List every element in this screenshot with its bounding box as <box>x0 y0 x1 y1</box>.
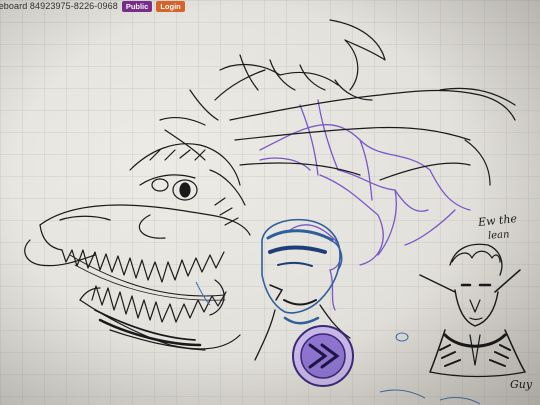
handwritten-note-lean: lean <box>487 229 510 242</box>
purple-shield-sketch <box>292 325 354 387</box>
goblin-sketch <box>419 243 526 378</box>
scribble-sketch <box>379 389 481 405</box>
handwritten-note-guy: Guy <box>510 378 533 391</box>
dragon-sketch <box>24 19 516 351</box>
whiteboard-screen: iteboard 84923975-8226-0968 Public Login <box>0 0 540 405</box>
drawing-canvas[interactable] <box>0 0 540 405</box>
